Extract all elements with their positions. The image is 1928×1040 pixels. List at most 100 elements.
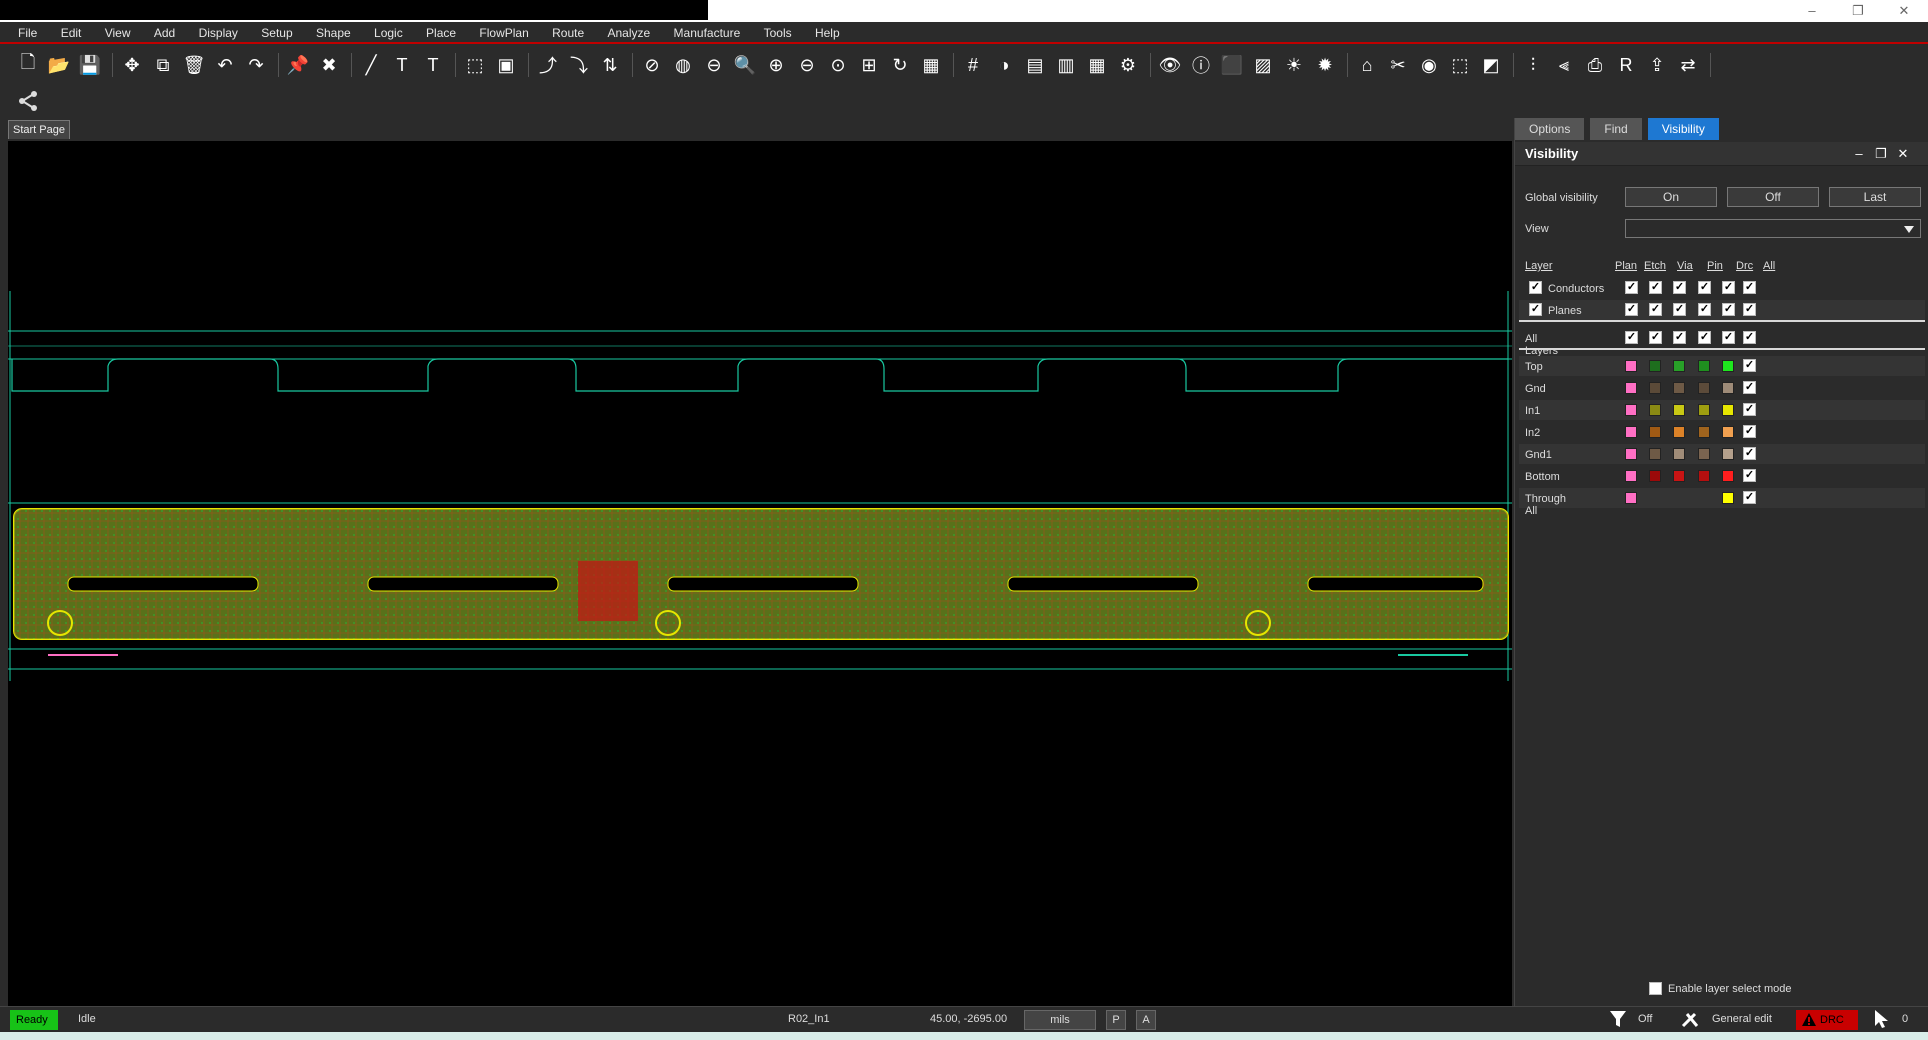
report-icon[interactable]: ▦ (1083, 51, 1111, 79)
layer-top-via-color[interactable] (1673, 360, 1685, 372)
layer-gnd-drc-color[interactable] (1722, 382, 1734, 394)
layer-in1-etch-color[interactable] (1649, 404, 1661, 416)
group-planes-drc-checkbox[interactable]: ✓ (1722, 303, 1735, 316)
add-text-icon[interactable]: T (388, 51, 416, 79)
layer-in1-via-color[interactable] (1673, 404, 1685, 416)
layer-gnd1-all-checkbox[interactable]: ✓ (1743, 447, 1756, 460)
layer-gnd-all-checkbox[interactable]: ✓ (1743, 381, 1756, 394)
menu-manufacture[interactable]: Manufacture (664, 22, 751, 44)
layer-gnd1-etch-color[interactable] (1649, 448, 1661, 460)
3d-view-icon[interactable]: ⬛ (1218, 51, 1246, 79)
view-select[interactable] (1625, 219, 1921, 238)
restore-button[interactable]: ❐ (1838, 2, 1878, 20)
print-icon[interactable]: ⎙ (1581, 51, 1609, 79)
menu-flowplan[interactable]: FlowPlan (469, 22, 538, 44)
layer-bottom-pin-color[interactable] (1698, 470, 1710, 482)
group-planes-all-checkbox[interactable]: ✓ (1743, 303, 1756, 316)
menu-display[interactable]: Display (189, 22, 248, 44)
cut-icon[interactable]: ✂ (1384, 51, 1412, 79)
swap-icon[interactable]: ⇅ (596, 51, 624, 79)
hatch-icon[interactable]: ▨ (1249, 51, 1277, 79)
global-last-button[interactable]: Last (1829, 187, 1921, 207)
edit-mode-status[interactable]: General edit (1712, 1013, 1772, 1025)
float-panel-icon[interactable]: ❐ (1873, 146, 1889, 162)
layer-top-pin-color[interactable] (1698, 360, 1710, 372)
close-panel-icon[interactable]: ✕ (1895, 146, 1911, 162)
menu-place[interactable]: Place (416, 22, 466, 44)
global-on-button[interactable]: On (1625, 187, 1717, 207)
grid-icon[interactable]: # (959, 51, 987, 79)
layer-bottom-via-color[interactable] (1673, 470, 1685, 482)
drc-button[interactable]: DRC (1796, 1010, 1858, 1030)
all-layers-drc-checkbox[interactable]: ✓ (1722, 331, 1735, 344)
layer-in2-via-color[interactable] (1673, 426, 1685, 438)
home-icon[interactable]: ⌂ (1353, 51, 1381, 79)
pointer-icon[interactable] (1872, 1009, 1892, 1032)
edit-text-icon[interactable]: T (419, 51, 447, 79)
layer-bottom-all-checkbox[interactable]: ✓ (1743, 469, 1756, 482)
chip-icon[interactable]: ▣ (492, 51, 520, 79)
units-selector[interactable]: mils (1024, 1010, 1096, 1030)
menu-tools[interactable]: Tools (754, 22, 802, 44)
minimize-panel-icon[interactable]: – (1851, 146, 1867, 161)
select-icon[interactable]: ⬚ (1446, 51, 1474, 79)
zoom-search-icon[interactable]: 🔍 (731, 51, 759, 79)
group-planes-etch-checkbox[interactable]: ✓ (1649, 303, 1662, 316)
filter-icon[interactable]: ⫶ (1519, 51, 1547, 79)
group-conductors-checkbox[interactable]: ✓ (1529, 281, 1542, 294)
share-icon[interactable] (14, 87, 42, 115)
layer-gnd1-drc-color[interactable] (1722, 448, 1734, 460)
zoom-in-icon[interactable]: ⊕ (762, 51, 790, 79)
a-button[interactable]: A (1136, 1010, 1156, 1030)
layer-gnd-plan-color[interactable] (1625, 382, 1637, 394)
menu-shape[interactable]: Shape (306, 22, 361, 44)
group-conductors-etch-checkbox[interactable]: ✓ (1649, 281, 1662, 294)
layer-gnd-via-color[interactable] (1673, 382, 1685, 394)
minimize-button[interactable]: – (1792, 2, 1832, 20)
tools-icon[interactable] (1680, 1009, 1702, 1032)
sync-icon[interactable]: ⇄ (1674, 51, 1702, 79)
close-window-button[interactable]: ✕ (1884, 2, 1924, 20)
tab-find[interactable]: Find (1590, 118, 1642, 140)
tab-options[interactable]: Options (1515, 118, 1585, 140)
group-conductors-drc-checkbox[interactable]: ✓ (1722, 281, 1735, 294)
move-icon[interactable]: ✥ (118, 51, 146, 79)
menu-logic[interactable]: Logic (364, 22, 413, 44)
layer-in1-drc-color[interactable] (1722, 404, 1734, 416)
highlight-icon[interactable]: ✹ (1311, 51, 1339, 79)
group-conductors-all-checkbox[interactable]: ✓ (1743, 281, 1756, 294)
layers-icon[interactable]: ▤ (1021, 51, 1049, 79)
group-planes-checkbox[interactable]: ✓ (1529, 303, 1542, 316)
pin-icon[interactable]: 📌 (284, 51, 312, 79)
tab-visibility[interactable]: Visibility (1647, 118, 1719, 140)
layer-through-all-drc-color[interactable] (1722, 492, 1734, 504)
undo-icon[interactable]: ↶ (211, 51, 239, 79)
compare-icon[interactable]: ⫷ (1550, 51, 1578, 79)
all-layers-etch-checkbox[interactable]: ✓ (1649, 331, 1662, 344)
group-planes-pin-checkbox[interactable]: ✓ (1698, 303, 1711, 316)
zoom-out-icon[interactable]: ⊖ (793, 51, 821, 79)
stack-icon[interactable]: ▥ (1052, 51, 1080, 79)
menu-edit[interactable]: Edit (51, 22, 92, 44)
all-layers-pin-checkbox[interactable]: ✓ (1698, 331, 1711, 344)
menu-file[interactable]: File (0, 22, 47, 44)
all-layers-plan-checkbox[interactable]: ✓ (1625, 331, 1638, 344)
group-planes-via-checkbox[interactable]: ✓ (1673, 303, 1686, 316)
global-off-button[interactable]: Off (1727, 187, 1819, 207)
brightness-icon[interactable]: ☀ (1280, 51, 1308, 79)
menu-help[interactable]: Help (805, 22, 850, 44)
layer-gnd-pin-color[interactable] (1698, 382, 1710, 394)
redo-icon[interactable]: ↷ (242, 51, 270, 79)
new-file-icon[interactable]: 🗋 (14, 51, 42, 79)
unpin-icon[interactable]: ✖ (315, 51, 343, 79)
group-conductors-pin-checkbox[interactable]: ✓ (1698, 281, 1711, 294)
layer-top-plan-color[interactable] (1625, 360, 1637, 372)
r2-icon[interactable]: R (1612, 51, 1640, 79)
export-icon[interactable]: ⇪ (1643, 51, 1671, 79)
layer-through-all-all-checkbox[interactable]: ✓ (1743, 491, 1756, 504)
all-layers-via-checkbox[interactable]: ✓ (1673, 331, 1686, 344)
zoom-prev-icon[interactable]: ⊙ (824, 51, 852, 79)
layer-in1-pin-color[interactable] (1698, 404, 1710, 416)
enable-layer-select-checkbox[interactable] (1649, 982, 1662, 995)
all-layers-all-checkbox[interactable]: ✓ (1743, 331, 1756, 344)
